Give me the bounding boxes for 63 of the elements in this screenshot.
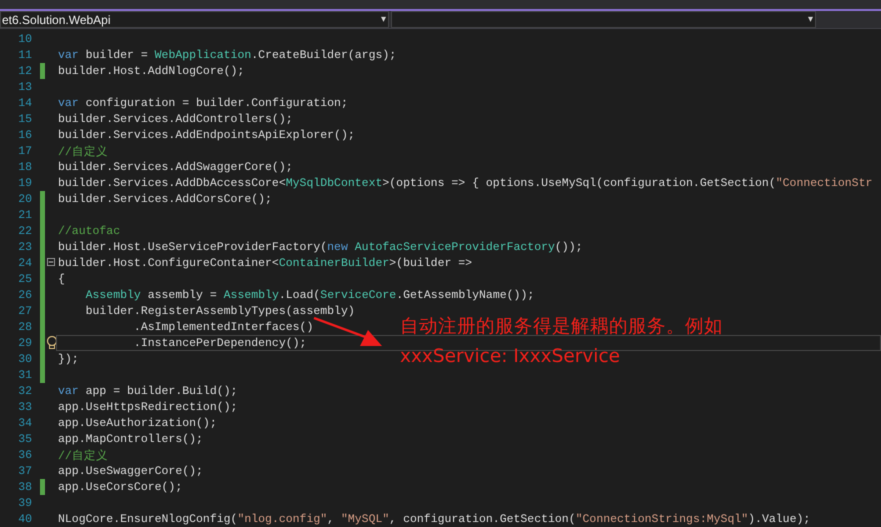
annotation-text: 自动注册的服务得是解耦的服务。例如 <box>400 315 723 339</box>
line-number: 13 <box>17 80 33 94</box>
line-number: 17 <box>17 144 33 158</box>
line-number: 19 <box>17 176 33 190</box>
code-line: //自定义 <box>58 448 108 462</box>
line-number: 27 <box>17 304 33 318</box>
line-number: 34 <box>17 416 33 430</box>
line-number: 14 <box>17 96 33 110</box>
line-number: 12 <box>17 64 33 78</box>
code-line: builder.Host.ConfigureContainer<ContainerBuilder>(builder => <box>58 256 472 270</box>
code-line: app.UseAuthorization(); <box>58 416 217 430</box>
line-number: 37 <box>17 464 33 478</box>
line-number: 16 <box>17 128 33 142</box>
lightbulb-icon[interactable] <box>46 336 58 350</box>
line-number: 31 <box>17 368 33 382</box>
line-number: 18 <box>17 160 33 174</box>
line-number: 36 <box>17 448 33 462</box>
code-line: //自定义 <box>58 144 108 158</box>
line-number: 24 <box>17 256 33 270</box>
code-line: app.UseHttpsRedirection(); <box>58 400 238 414</box>
code-line: }); <box>58 352 79 366</box>
line-number: 32 <box>17 384 33 398</box>
line-number: 40 <box>17 512 33 526</box>
line-number: 29 <box>17 336 33 350</box>
code-line: builder.RegisterAssemblyTypes(assembly) <box>84 304 355 318</box>
annotation-text: xxxService: IxxxService <box>400 345 622 369</box>
code-line: Assembly assembly = Assembly.Load(ServiceCore.GetAssemblyName()); <box>84 288 534 302</box>
code-line: .InstancePerDependency(); <box>132 336 306 350</box>
line-number: 39 <box>17 496 33 510</box>
line-number: 38 <box>17 480 33 494</box>
line-number: 33 <box>17 400 33 414</box>
code-line: { <box>58 272 65 286</box>
code-line: builder.Services.AddDbAccessCore<MySqlDbContext>(options => { options.UseMySql(configuration.GetSection("ConnectionStr <box>58 176 872 190</box>
line-number: 28 <box>17 320 33 334</box>
collapse-icon[interactable] <box>47 258 55 266</box>
code-line: app.MapControllers(); <box>58 432 203 446</box>
line-number: 10 <box>17 32 33 46</box>
code-line: NLogCore.EnsureNlogConfig("nlog.config", "MySQL", configuration.GetSection("ConnectionStrings:MySql").Value); <box>58 512 810 526</box>
line-number: 15 <box>17 112 33 126</box>
code-line: builder.Host.UseServiceProviderFactory(new AutofacServiceProviderFactory()); <box>58 240 583 254</box>
line-number: 30 <box>17 352 33 366</box>
line-number: 25 <box>17 272 33 286</box>
code-line: var app = builder.Build(); <box>58 384 238 398</box>
line-number: 22 <box>17 224 33 238</box>
code-line: builder.Services.AddEndpointsApiExplorer(); <box>58 128 355 142</box>
line-number: 21 <box>17 208 33 222</box>
project-dropdown[interactable]: et6.Solution.WebApi ▾ <box>0 11 389 28</box>
line-number: 26 <box>17 288 33 302</box>
code-line: builder.Host.AddNlogCore(); <box>58 64 244 78</box>
code-line: app.UseCorsCore(); <box>58 480 182 494</box>
code-line: //autofac <box>58 224 120 238</box>
code-line: .AsImplementedInterfaces() <box>132 320 314 334</box>
line-number: 35 <box>17 432 33 446</box>
code-line: builder.Services.AddControllers(); <box>58 112 293 126</box>
code-line: builder.Services.AddSwaggerCore(); <box>58 160 293 174</box>
member-dropdown[interactable]: ▾ <box>391 11 816 28</box>
code-line: app.UseSwaggerCore(); <box>58 464 203 478</box>
line-number: 20 <box>17 192 33 206</box>
code-line: builder.Services.AddCorsCore(); <box>58 192 272 206</box>
code-line: var builder = WebApplication.CreateBuilder(args); <box>58 48 396 62</box>
code-line: var configuration = builder.Configuration; <box>58 96 348 110</box>
line-number: 23 <box>17 240 33 254</box>
line-number: 11 <box>17 48 33 62</box>
